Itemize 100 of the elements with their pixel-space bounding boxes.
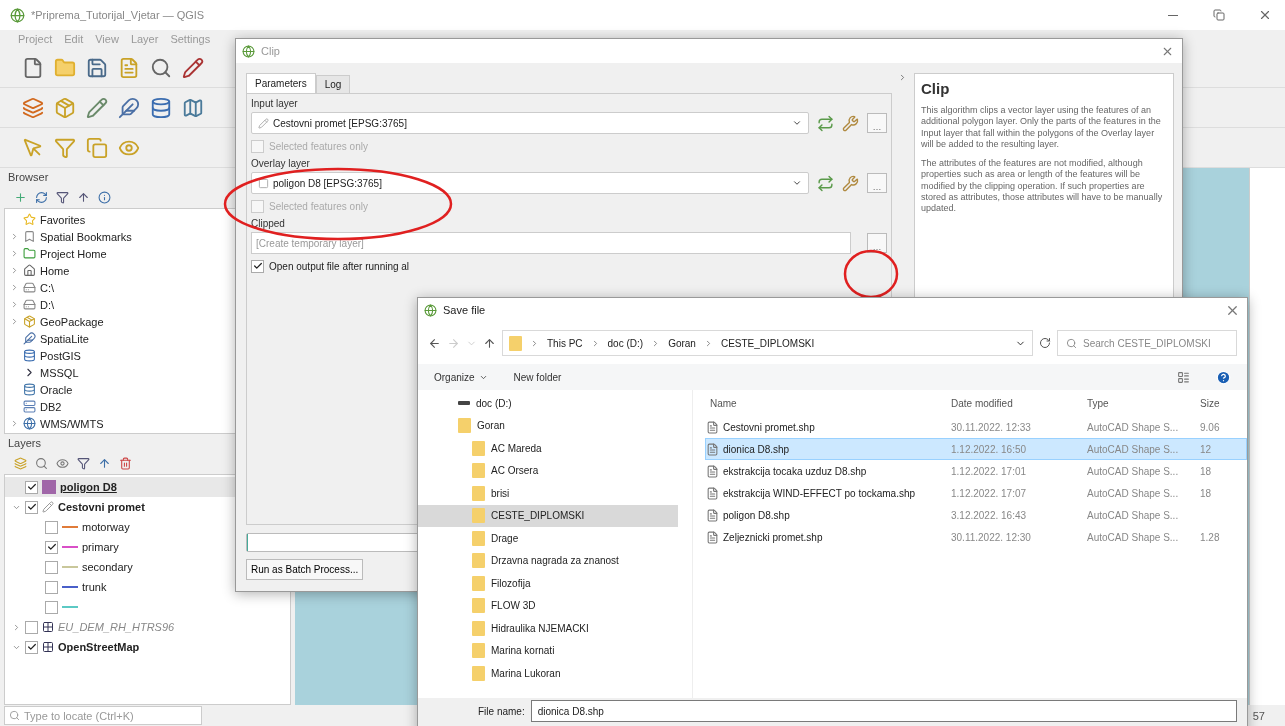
remove-icon[interactable]	[119, 456, 132, 470]
tab[interactable]: Log	[315, 75, 351, 93]
checkbox[interactable]	[25, 500, 38, 514]
more-button[interactable]: …	[867, 233, 887, 253]
checkbox[interactable]	[251, 259, 264, 273]
search-icon[interactable]	[35, 456, 48, 470]
browser-item[interactable]: Home	[40, 264, 70, 277]
checkbox[interactable]	[45, 560, 58, 574]
browser-item[interactable]: MSSQL	[40, 366, 79, 379]
browser-item[interactable]: Project Home	[40, 247, 107, 260]
folder-name[interactable]: Marina kornati	[491, 645, 555, 657]
layer-name[interactable]: primary	[82, 541, 119, 553]
column-header[interactable]: Size	[1200, 397, 1240, 409]
layers-icon[interactable]	[22, 96, 44, 119]
iterate-icon[interactable]	[817, 174, 834, 192]
new-folder-button[interactable]: New folder	[513, 371, 562, 383]
file-name[interactable]: dionica D8.shp	[706, 442, 951, 456]
batch-button[interactable]: Run as Batch Process...	[246, 559, 364, 580]
layer-name[interactable]: OpenStreetMap	[58, 641, 140, 653]
back-button[interactable]	[428, 336, 441, 350]
breadcrumb-item[interactable]: Goran	[668, 337, 696, 349]
search-field[interactable]: Search CESTE_DIPLOMSKI	[1057, 330, 1237, 356]
browser-item[interactable]: WMS/WMTS	[40, 417, 104, 430]
folder-name[interactable]: Filozofija	[491, 577, 531, 589]
breadcrumb-item[interactable]: CESTE_DIPLOMSKI	[720, 337, 815, 349]
more-button[interactable]: …	[867, 113, 887, 133]
file-name[interactable]: poligon D8.shp	[706, 508, 951, 522]
layer-name[interactable]: motorway	[82, 521, 130, 533]
add-icon[interactable]	[14, 190, 27, 204]
browser-item[interactable]: PostGIS	[40, 349, 81, 362]
filter-icon[interactable]	[77, 456, 90, 470]
checkbox[interactable]	[45, 600, 58, 614]
folder-icon[interactable]	[54, 56, 76, 79]
layer-dropdown[interactable]: Cestovni promet [EPSG:3765]	[251, 112, 809, 134]
iterate-icon[interactable]	[817, 114, 834, 132]
package-icon[interactable]	[54, 96, 76, 119]
select-icon[interactable]	[22, 136, 44, 159]
browser-item[interactable]: Oracle	[40, 383, 73, 396]
file-name[interactable]: ekstrakcija WIND-EFFECT po tockama.shp	[706, 486, 951, 500]
wrench-icon[interactable]	[842, 114, 859, 132]
tab[interactable]: Parameters	[246, 73, 316, 93]
refresh-icon[interactable]	[35, 190, 48, 204]
browser-item[interactable]: Favorites	[40, 213, 86, 226]
feather-icon[interactable]	[118, 96, 140, 119]
layer-name[interactable]: poligon D8	[60, 481, 117, 493]
column-header[interactable]: Type	[1087, 397, 1200, 409]
file-name[interactable]: ekstrakcija tocaka uzduz D8.shp	[706, 464, 951, 478]
browser-item[interactable]: Spatial Bookmarks	[40, 230, 132, 243]
wrench-icon[interactable]	[842, 174, 859, 192]
save-icon[interactable]	[86, 56, 108, 79]
info-icon[interactable]	[98, 190, 111, 204]
folder-name[interactable]: Marina Lukoran	[491, 667, 561, 679]
organize-button[interactable]: Organize	[434, 371, 488, 383]
folder-name[interactable]: doc (D:)	[476, 397, 512, 409]
folder-name[interactable]: CESTE_DIPLOMSKI	[491, 510, 585, 522]
layers-icon[interactable]	[14, 456, 27, 470]
browser-item[interactable]: DB2	[40, 400, 62, 413]
folder-name[interactable]: Hidraulika NJEMACKI	[491, 622, 589, 634]
new-file-icon[interactable]	[22, 56, 44, 79]
checkbox[interactable]	[45, 540, 58, 554]
column-header[interactable]: Date modified	[951, 397, 1087, 409]
checkbox[interactable]	[45, 520, 58, 534]
map-icon[interactable]	[182, 96, 204, 119]
copy-icon[interactable]	[86, 136, 108, 159]
filter-icon[interactable]	[56, 190, 69, 204]
folder-name[interactable]: Goran	[477, 420, 505, 432]
column-header[interactable]: Name	[706, 397, 951, 409]
breadcrumb-item[interactable]: doc (D:)	[607, 337, 644, 349]
browser-item[interactable]: C:\	[40, 281, 55, 294]
checkbox[interactable]	[25, 640, 38, 654]
zoom-icon[interactable]	[150, 56, 172, 79]
more-button[interactable]: …	[867, 173, 887, 193]
folder-name[interactable]: FLOW 3D	[491, 600, 536, 612]
folder-name[interactable]: Drage	[491, 532, 519, 544]
forward-button[interactable]	[447, 336, 460, 350]
view-options-icon[interactable]	[1177, 370, 1190, 384]
layer-name[interactable]: Cestovni promet	[58, 501, 145, 513]
breadcrumb-item[interactable]: This PC	[547, 337, 583, 349]
document-icon[interactable]	[118, 56, 140, 79]
file-name[interactable]: Cestovni promet.shp	[706, 420, 951, 434]
move-up-icon[interactable]	[98, 456, 111, 470]
browser-item[interactable]: GeoPackage	[40, 315, 104, 328]
database-icon[interactable]	[150, 96, 172, 119]
output-field[interactable]: [Create temporary layer]	[251, 232, 851, 254]
layer-name[interactable]: secondary	[82, 561, 133, 573]
folder-name[interactable]: AC Orsera	[491, 465, 539, 477]
layer-dropdown[interactable]: poligon D8 [EPSG:3765]	[251, 172, 809, 194]
layer-name[interactable]: trunk	[82, 581, 107, 593]
folder-name[interactable]: brisi	[491, 487, 510, 499]
view-icon[interactable]	[56, 456, 69, 470]
refresh-button[interactable]	[1039, 337, 1051, 349]
up-button[interactable]	[483, 336, 496, 350]
help-icon[interactable]	[1216, 369, 1231, 385]
browser-item[interactable]: D:\	[40, 298, 55, 311]
address-bar[interactable]: This PC doc (D:) Goran CESTE_DIPLOMSKI	[502, 330, 1033, 356]
folder-name[interactable]: Drzavna nagrada za znanost	[491, 555, 619, 567]
folder-name[interactable]: AC Mareda	[491, 442, 542, 454]
file-name[interactable]: Zeljeznicki promet.shp	[706, 530, 951, 544]
file-name-field[interactable]: dionica D8.shp	[530, 700, 1237, 722]
browser-item[interactable]: SpatiaLite	[40, 332, 89, 345]
